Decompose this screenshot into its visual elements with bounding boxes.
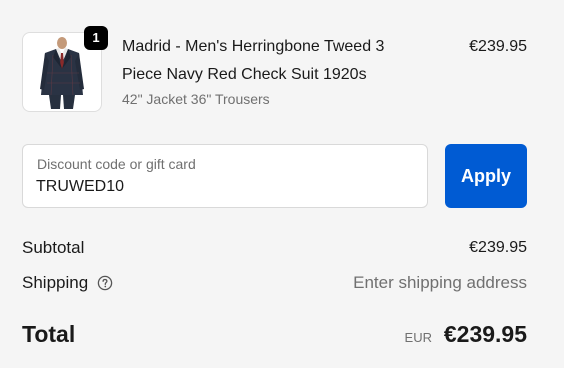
subtotal-value: €239.95 xyxy=(469,239,527,256)
total-currency: EUR xyxy=(404,330,432,345)
shipping-value: Enter shipping address xyxy=(353,273,527,292)
product-variant: 42" Jacket 36" Trousers xyxy=(122,91,270,107)
shipping-row: Shipping Enter shipping address xyxy=(22,272,527,294)
apply-discount-button[interactable]: Apply xyxy=(445,144,527,208)
cart-line-item: 1 Madrid - Men's Herringbone Tweed 3 Pie… xyxy=(22,26,527,114)
product-name: Madrid - Men's Herringbone Tweed 3 Piece… xyxy=(122,38,385,83)
subtotal-row: Subtotal €239.95 xyxy=(22,237,527,259)
total-label: Total xyxy=(22,321,76,347)
shipping-label: Shipping xyxy=(22,273,89,292)
discount-field[interactable]: Discount code or gift card xyxy=(22,144,428,208)
question-circle-icon[interactable] xyxy=(97,275,113,291)
quantity-badge: 1 xyxy=(84,26,108,50)
subtotal-label: Subtotal xyxy=(22,238,85,257)
product-price: €239.95 xyxy=(469,38,527,55)
total-value: €239.95 xyxy=(443,321,527,347)
discount-field-label: Discount code or gift card xyxy=(37,156,196,172)
discount-code-input[interactable] xyxy=(36,176,406,198)
